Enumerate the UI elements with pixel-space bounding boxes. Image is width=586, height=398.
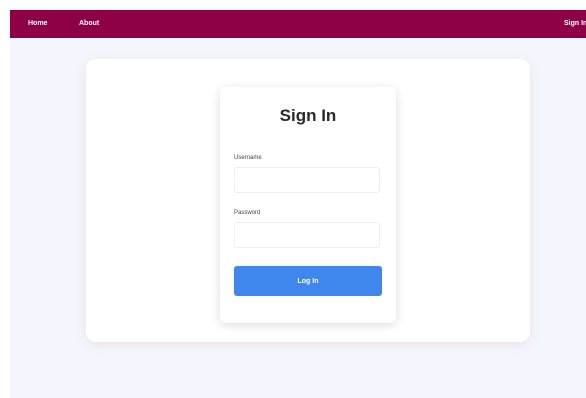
page-background: Home About Sign In Sign In Username Pass… (10, 10, 586, 398)
nav-link-about[interactable]: About (79, 18, 99, 30)
login-card: Sign In Username Password Log In (220, 87, 396, 323)
username-label: Username (234, 155, 262, 161)
nav-link-sign-in[interactable]: Sign In (564, 18, 586, 30)
nav-link-home[interactable]: Home (28, 18, 47, 30)
username-input[interactable] (234, 167, 380, 193)
content-panel: Sign In Username Password Log In (86, 59, 530, 342)
password-input[interactable] (234, 222, 380, 248)
log-in-button[interactable]: Log In (234, 266, 382, 296)
password-label: Password (234, 210, 261, 216)
login-title: Sign In (279, 106, 337, 125)
top-navbar: Home About Sign In (10, 10, 586, 38)
